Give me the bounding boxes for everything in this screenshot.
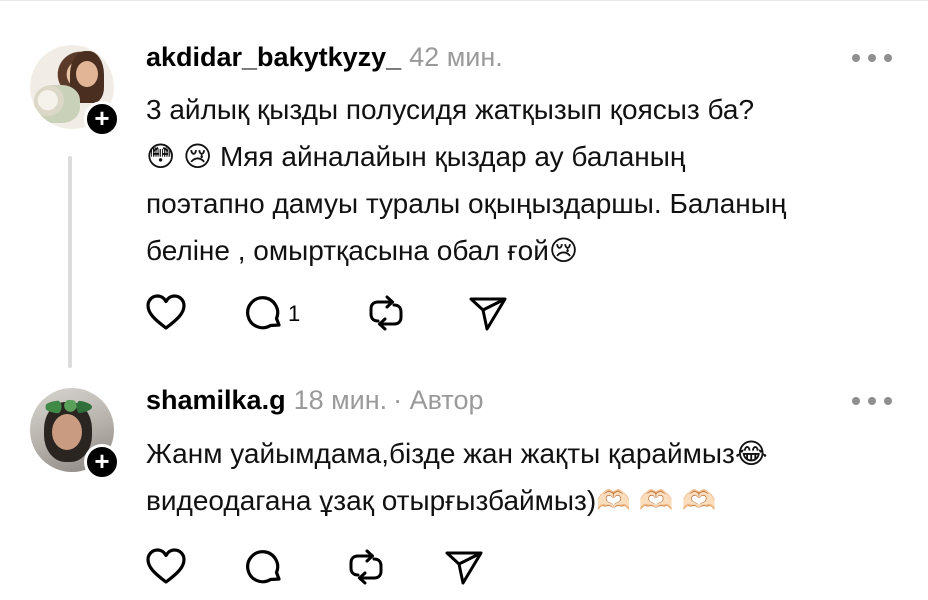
follow-plus-icon[interactable]: +	[84, 101, 120, 137]
comment-icon[interactable]	[242, 545, 286, 589]
send-icon[interactable]	[466, 291, 510, 335]
comment-header: shamilka.g 18 мин. · Автор	[146, 385, 484, 416]
comment-icon	[246, 296, 281, 330]
thread-line	[68, 156, 72, 368]
repost-icon[interactable]	[344, 545, 388, 589]
comment-header: akdidar_bakytkyzy_ 42 мин.	[146, 42, 503, 73]
more-dots-icon[interactable]	[850, 50, 894, 66]
send-icon[interactable]	[442, 545, 486, 589]
more-dots-icon[interactable]	[850, 393, 894, 409]
reply-count: 1	[288, 301, 301, 326]
repost-icon[interactable]	[364, 291, 408, 335]
username[interactable]: akdidar_bakytkyzy_	[146, 42, 401, 72]
heart-icon[interactable]	[144, 291, 188, 335]
timestamp: 42 мин.	[409, 42, 503, 72]
author-badge: · Автор	[393, 385, 484, 415]
reply-button[interactable]: 1	[242, 291, 322, 335]
timestamp: 18 мин.	[293, 385, 388, 415]
username[interactable]: shamilka.g	[146, 385, 286, 415]
follow-plus-icon[interactable]: +	[84, 444, 120, 480]
comment-text: Жанм уайымдама,бізде жан жақты қараймыз😂…	[146, 438, 768, 516]
comment-text: 3 айлық қызды полусидя жатқызып қоясыз б…	[146, 94, 787, 266]
heart-icon[interactable]	[144, 545, 188, 589]
comment-1: + akdidar_bakytkyzy_ 42 мин. 3 айлық қызд…	[0, 0, 928, 372]
